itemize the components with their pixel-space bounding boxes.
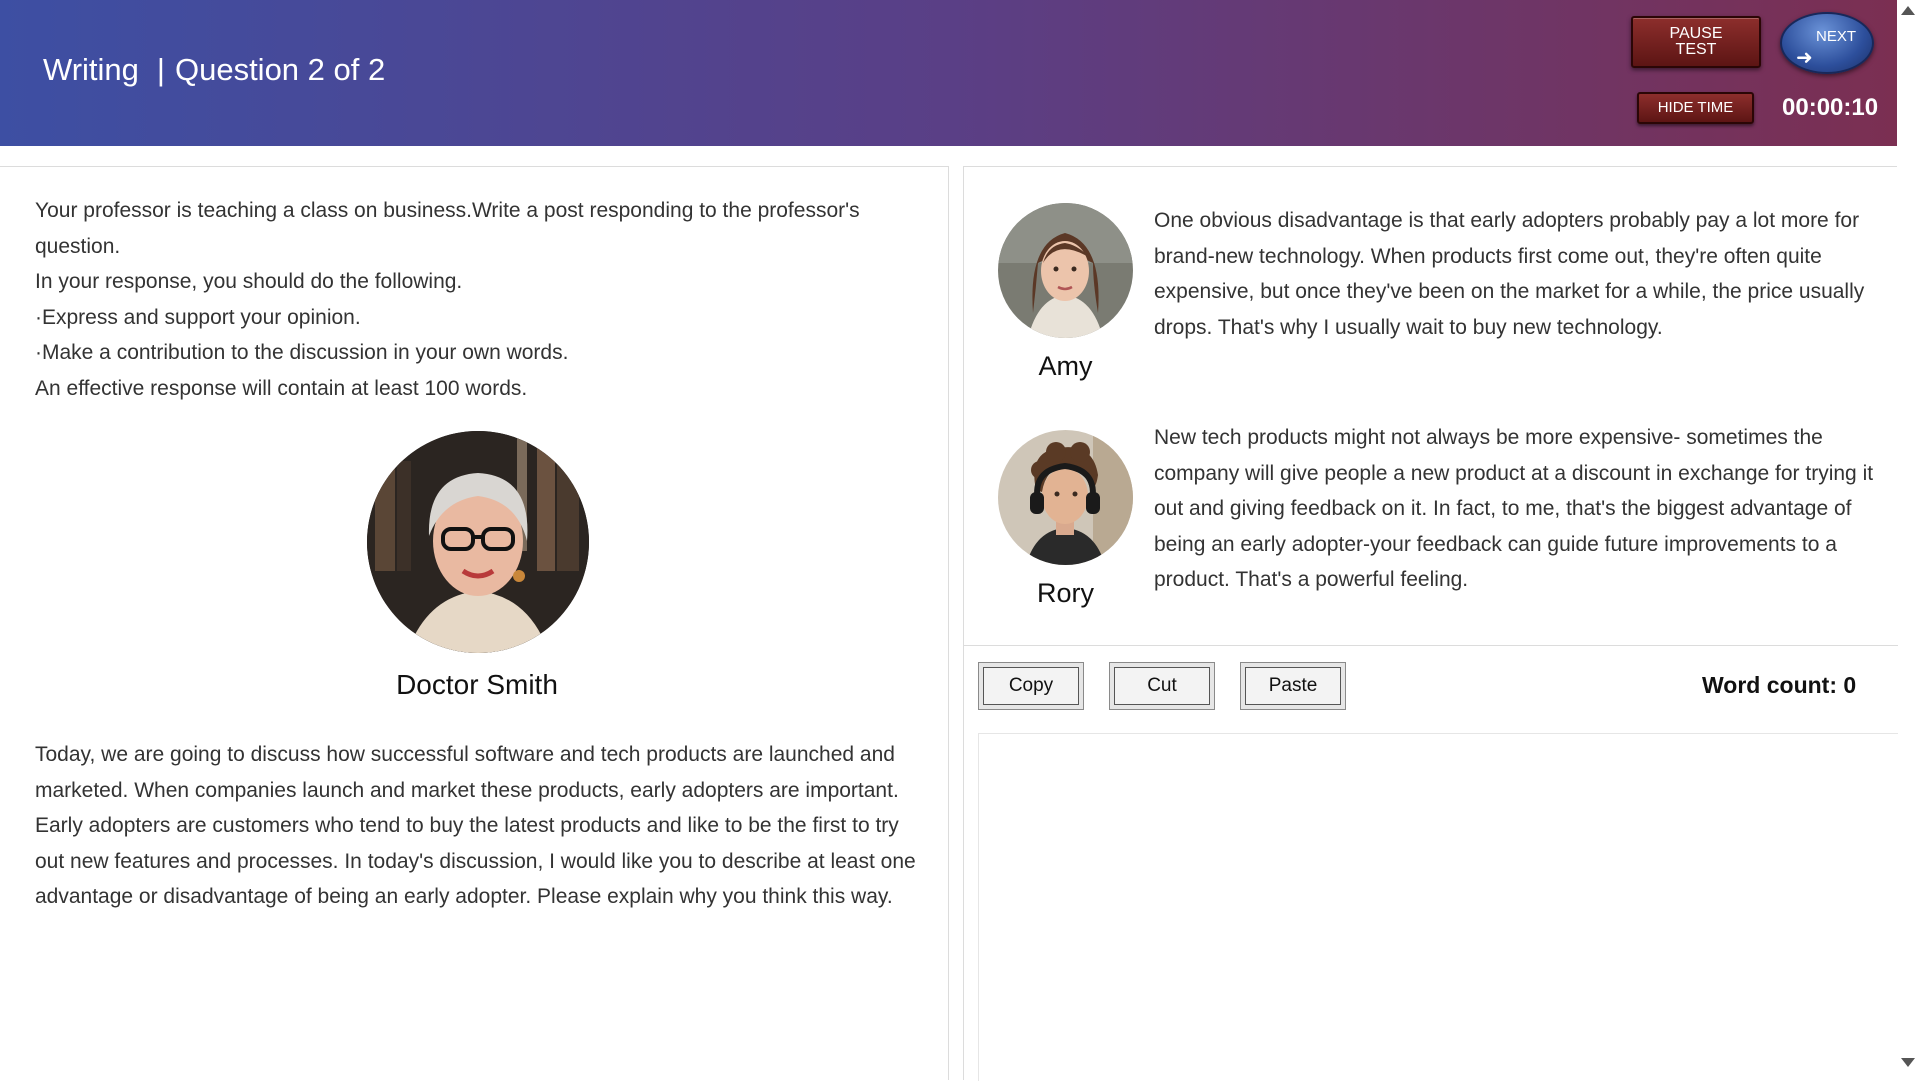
copy-button[interactable]: Copy: [978, 662, 1084, 710]
instruction-line: ·Make a contribution to the discussion i…: [35, 341, 569, 364]
next-button[interactable]: NEXT ➜: [1780, 12, 1874, 74]
word-count-label: Word count:: [1702, 672, 1837, 698]
word-count-value: 0: [1843, 672, 1857, 698]
test-header: Writing | Question 2 of 2 PAUSE TEST NEXT …: [0, 0, 1897, 146]
instruction-line: In your response, you should do the foll…: [35, 270, 463, 293]
pause-test-button[interactable]: PAUSE TEST: [1631, 16, 1761, 68]
discussion-panel: Amy One obvious disadvantage is that ear…: [963, 166, 1898, 1081]
arrow-right-icon: ➜: [1796, 47, 1813, 69]
response-editor[interactable]: [978, 733, 1898, 1081]
professor-name: Doctor Smith: [396, 669, 558, 700]
cut-label: Cut: [1114, 667, 1210, 705]
header-title: Writing | Question 2 of 2: [43, 52, 385, 88]
prompt-panel: Your professor is teaching a class on bu…: [0, 166, 949, 1080]
task-instructions: Your professor is teaching a class on bu…: [35, 193, 925, 406]
student-avatar: [998, 430, 1133, 565]
pause-label-line-2: TEST: [1675, 41, 1717, 58]
question-counter: Question 2 of 2: [174, 52, 386, 87]
timer-display: 00:00:10: [1782, 94, 1879, 121]
title-separator: |: [156, 52, 165, 87]
copy-label: Copy: [983, 667, 1079, 705]
professor-question: Today, we are going to discuss how succe…: [35, 743, 916, 908]
section-name: Writing: [43, 52, 139, 87]
pause-label-line-1: PAUSE: [1669, 25, 1723, 42]
panel-divider: [964, 645, 1898, 646]
scroll-down-arrow-icon[interactable]: [1901, 1058, 1915, 1067]
scroll-up-arrow-icon[interactable]: [1901, 6, 1915, 15]
cut-button[interactable]: Cut: [1109, 662, 1215, 710]
professor-avatar: [367, 431, 589, 653]
paste-label: Paste: [1245, 667, 1341, 705]
student-name: Amy: [1038, 351, 1093, 381]
student-avatar: [998, 203, 1133, 338]
paste-button[interactable]: Paste: [1240, 662, 1346, 710]
student-post-text: New tech products might not always be mo…: [1154, 426, 1874, 591]
instruction-line: An effective response will contain at le…: [35, 376, 528, 400]
instruction-line: Your professor is teaching a class on bu…: [35, 199, 860, 258]
next-label: NEXT: [1816, 28, 1857, 45]
word-count: Word count: 0: [1702, 672, 1856, 699]
instruction-line: ·Express and support your opinion.: [35, 305, 361, 329]
hide-time-button[interactable]: HIDE TIME: [1637, 92, 1754, 124]
student-post-text: One obvious disadvantage is that early a…: [1154, 209, 1865, 339]
student-name: Rory: [1036, 578, 1094, 608]
